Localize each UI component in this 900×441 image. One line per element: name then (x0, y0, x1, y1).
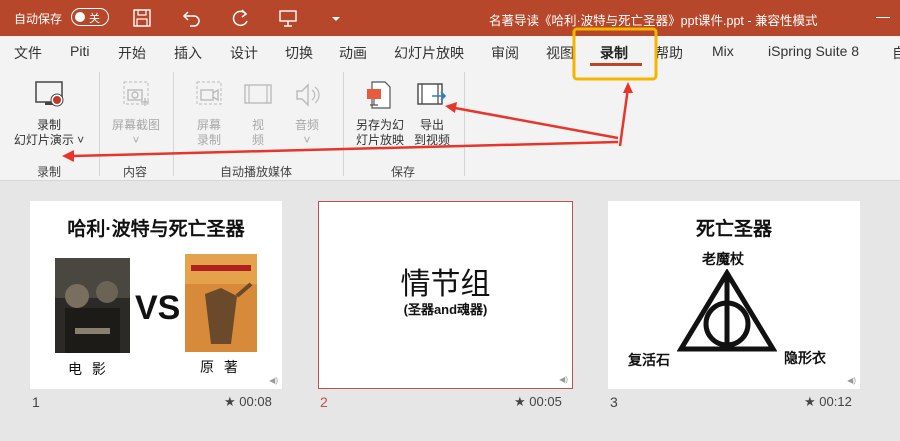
timing-star-icon: ★ (514, 394, 526, 409)
autosave-state: 关 (89, 13, 100, 25)
record-slideshow-button[interactable]: 录制 幻灯片演示 ˅ (10, 80, 88, 148)
group-label-record: 录制 (37, 165, 62, 179)
slide-1-right-caption: 原 著 (200, 359, 241, 375)
audio-indicator-icon: ◀) (559, 375, 568, 384)
group-separator (173, 72, 174, 176)
slide-1-title: 哈利·波特与死亡圣器 (67, 219, 245, 240)
screenshot-icon (123, 81, 149, 106)
slide-duration: 00:05 (529, 394, 562, 409)
slide-thumbnail-1[interactable]: 哈利·波特与死亡圣器 VS 电 影 原 著 ◀) (30, 201, 282, 389)
slide-number: 3 (610, 394, 618, 410)
customize-qat-icon[interactable] (324, 6, 348, 30)
autosave-label: 自动保存 (14, 12, 63, 26)
slide-2-subtitle: (圣器and魂器) (403, 302, 488, 317)
slide-duration: 00:12 (819, 394, 852, 409)
save-as-show-icon (367, 81, 391, 109)
tab-overflow[interactable]: 自 (892, 43, 900, 63)
record-screen-icon (35, 81, 64, 107)
tab-animations[interactable]: 动画 (339, 43, 367, 63)
slide-3-top-label: 老魔杖 (702, 251, 744, 267)
audio-indicator-icon: ◀) (847, 376, 856, 385)
film-icon (244, 84, 272, 104)
speaker-icon (296, 83, 320, 107)
group-separator (464, 72, 465, 176)
undo-icon[interactable] (180, 6, 204, 30)
slide-thumbnail-3[interactable]: 死亡圣器 老魔杖 复活石 隐形衣 ◀) (608, 201, 860, 389)
group-label-media: 自动播放媒体 (220, 165, 293, 179)
tab-slideshow[interactable]: 幻灯片放映 (394, 43, 464, 63)
slide-1-vs: VS (135, 289, 181, 327)
slide-number: 2 (320, 394, 328, 410)
slide-3-right-label: 隐形衣 (784, 350, 826, 366)
group-label-save: 保存 (391, 165, 416, 179)
video-label-2: 频 (251, 133, 264, 147)
audio-indicator-icon: ◀) (269, 376, 278, 385)
slide-2-title: 情节组 (400, 268, 491, 301)
tab-insert[interactable]: 插入 (174, 43, 202, 63)
tab-view[interactable]: 视图 (546, 43, 574, 63)
audio-label-1: 音频 (294, 118, 319, 132)
present-icon[interactable] (276, 6, 300, 30)
timing-star-icon: ★ (224, 394, 236, 409)
save-as-show-button[interactable]: 另存为幻 灯片放映 (350, 80, 410, 148)
record-slideshow-label-2: 幻灯片演示 ˅ (13, 133, 85, 147)
movie-poster-image (55, 258, 130, 353)
record-slideshow-label-1: 录制 (36, 118, 61, 132)
tab-home[interactable]: 开始 (118, 43, 146, 63)
export-video-label-2: 到视频 (413, 133, 450, 147)
ribbon-tabs: 文件 Piti 开始 插入 设计 切换 动画 幻灯片放映 审阅 视图 录制 帮助… (0, 36, 900, 66)
tab-transitions[interactable]: 切换 (285, 43, 313, 63)
screen-recording-button[interactable]: 屏幕 录制 (184, 80, 234, 148)
video-label-1: 视 (251, 118, 264, 132)
tab-file[interactable]: 文件 (14, 43, 42, 63)
group-separator (343, 72, 344, 176)
screen-recording-label-1: 屏幕 (196, 118, 221, 132)
tab-ispring[interactable]: iSpring Suite 8 (768, 43, 859, 59)
tab-help[interactable]: 帮助 (655, 43, 683, 63)
save-as-show-label-2: 灯片放映 (355, 133, 404, 147)
slide-timing: ★ 00:05 (514, 394, 562, 410)
video-button[interactable]: 视 频 (240, 80, 276, 148)
screenshot-label-2: ˅ (132, 133, 140, 147)
export-video-button[interactable]: 导出 到视频 (410, 80, 454, 148)
redo-icon[interactable] (228, 6, 252, 30)
document-title: 名著导读《哈利·波特与死亡圣器》ppt课件.ppt - 兼容性模式 (489, 14, 818, 28)
book-cover-image (185, 254, 257, 352)
slide-timing: ★ 00:12 (804, 394, 852, 410)
tab-piti[interactable]: Piti (70, 43, 89, 59)
slide-thumbnail-2[interactable]: 情节组 (圣器and魂器) ◀) (318, 201, 573, 389)
screenshot-button[interactable]: 屏幕截图 ˅ (106, 80, 166, 148)
screen-recording-label-2: 录制 (196, 133, 221, 147)
slide-number: 1 (32, 394, 40, 410)
audio-button[interactable]: 音频 ˅ (286, 80, 328, 148)
minimize-icon[interactable] (876, 17, 890, 18)
screenshot-label-1: 屏幕截图 (111, 118, 160, 132)
timing-star-icon: ★ (804, 394, 816, 409)
audio-label-2: ˅ (303, 133, 311, 147)
screen-recording-icon (196, 81, 222, 105)
save-icon[interactable] (130, 6, 154, 30)
tab-design[interactable]: 设计 (230, 43, 258, 63)
export-video-icon (417, 83, 447, 105)
group-separator (99, 72, 100, 176)
toggle-knob (75, 12, 85, 22)
export-video-label-1: 导出 (419, 118, 444, 132)
tab-mix[interactable]: Mix (712, 43, 734, 59)
slide-3-left-label: 复活石 (628, 352, 670, 368)
tab-review[interactable]: 审阅 (491, 43, 519, 63)
deathly-hallows-symbol (677, 269, 777, 352)
ribbon-panel: 录制 幻灯片演示 ˅ 录制 屏幕截图 ˅ 内容 屏幕 录制 视 频 音频 ˅ 自… (0, 66, 900, 181)
slide-1-left-caption: 电 影 (68, 361, 109, 377)
title-bar: 自动保存 关 名著导读《哈利·波特与死亡圣器》ppt课件.ppt - 兼容性模式 (0, 0, 900, 36)
slide-3-title: 死亡圣器 (695, 219, 772, 240)
save-as-show-label-1: 另存为幻 (355, 118, 404, 132)
tab-recording[interactable]: 录制 (600, 43, 628, 63)
slide-timing: ★ 00:08 (224, 394, 272, 410)
slide-duration: 00:08 (239, 394, 272, 409)
autosave-toggle[interactable]: 关 (71, 8, 109, 26)
group-label-content: 内容 (123, 165, 148, 179)
slide-sorter: 哈利·波特与死亡圣器 VS 电 影 原 著 ◀) 1 ★ 00:08 情节组 (… (0, 181, 900, 441)
